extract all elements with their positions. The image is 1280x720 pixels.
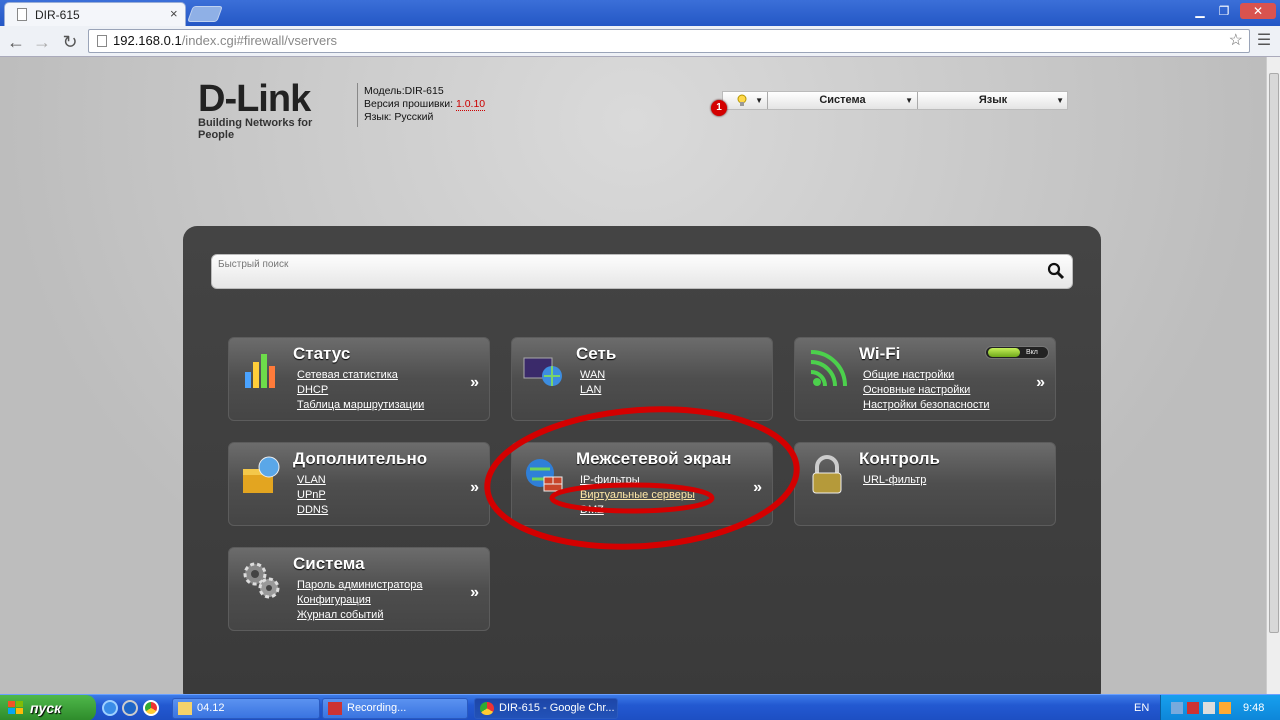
- system-menu[interactable]: Система ▼: [768, 92, 918, 109]
- card-title: Контроль: [859, 449, 940, 468]
- volume-tray-icon[interactable]: [1203, 702, 1215, 714]
- wrench-menu-icon[interactable]: ☰: [1254, 29, 1274, 53]
- red-annotation-circle: [484, 406, 800, 550]
- logo-separator: [357, 83, 358, 127]
- forward-arrow-icon[interactable]: →: [30, 30, 54, 54]
- link-basic-settings[interactable]: Основные настройки: [863, 383, 990, 398]
- bar-chart-icon: [245, 354, 275, 388]
- system-tray: 9:48: [1160, 695, 1280, 720]
- dlink-logo: D-Link Building Networks for People: [198, 78, 348, 141]
- link-routing-table[interactable]: Таблица маршрутизации: [297, 398, 424, 413]
- card-title: Система: [293, 554, 365, 573]
- language-menu[interactable]: Язык ▼: [918, 92, 1068, 109]
- card-system[interactable]: Система Пароль администратора Конфигурац…: [228, 547, 490, 631]
- folder-icon: [178, 702, 192, 715]
- card-go-arrow[interactable]: »: [470, 584, 479, 602]
- card-advanced[interactable]: Дополнительно VLAN UPnP DDNS »: [228, 442, 490, 526]
- toolbox-icon: [243, 456, 280, 493]
- notifications-dropdown[interactable]: ▼: [723, 92, 768, 109]
- firmware-version-link[interactable]: 1.0.10: [455, 98, 486, 111]
- task-chrome[interactable]: DIR-615 - Google Chr...: [474, 698, 618, 719]
- back-arrow-icon[interactable]: ←: [4, 30, 28, 54]
- link-lan[interactable]: LAN: [580, 383, 605, 398]
- chrome-icon: [480, 702, 494, 715]
- link-url-filter[interactable]: URL-фильтр: [863, 473, 926, 488]
- card-control[interactable]: Контроль URL-фильтр: [794, 442, 1056, 526]
- card-go-arrow[interactable]: »: [470, 479, 479, 497]
- browser-tab[interactable]: DIR-615 ×: [4, 2, 186, 26]
- desktop-icon[interactable]: [122, 700, 138, 716]
- gears-icon: [243, 562, 280, 599]
- search-placeholder: Быстрый поиск: [218, 259, 289, 270]
- close-window-button[interactable]: ✕: [1240, 3, 1276, 19]
- link-security-settings[interactable]: Настройки безопасности: [863, 398, 990, 413]
- task-folder[interactable]: 04.12: [172, 698, 320, 719]
- browser-titlebar: DIR-615 × ▁ ❐ ✕: [0, 0, 1280, 26]
- network-icon: [523, 357, 562, 386]
- network-tray-icon[interactable]: [1171, 702, 1183, 714]
- search-icon[interactable]: [1046, 261, 1066, 281]
- top-menu: ▼ Система ▼ Язык ▼: [722, 91, 1068, 110]
- wifi-toggle[interactable]: Вкл: [985, 346, 1049, 359]
- device-info: Модель:DIR-615 Версия прошивки: 1.0.10 Я…: [364, 85, 486, 124]
- logo-tagline: Building Networks for People: [198, 117, 313, 141]
- page-icon: [17, 8, 27, 21]
- chrome-icon[interactable]: [143, 700, 159, 716]
- lightbulb-icon: [737, 94, 747, 106]
- card-status[interactable]: Статус Сетевая статистика DHCP Таблица м…: [228, 337, 490, 421]
- card-go-arrow[interactable]: »: [1036, 374, 1045, 392]
- windows-taskbar: пуск 04.12 Recording... DIR-615 - Google…: [0, 694, 1280, 720]
- antivirus-tray-icon[interactable]: [1187, 702, 1199, 714]
- clock[interactable]: 9:48: [1243, 695, 1264, 720]
- link-upnp[interactable]: UPnP: [297, 488, 328, 503]
- recording-icon: [328, 702, 342, 715]
- card-title: Wi-Fi: [859, 344, 901, 363]
- minimize-button[interactable]: ▁: [1188, 3, 1212, 19]
- new-tab-button[interactable]: [187, 6, 223, 22]
- reload-icon[interactable]: ↻: [58, 30, 82, 54]
- link-admin-password[interactable]: Пароль администратора: [297, 578, 423, 593]
- link-wan[interactable]: WAN: [580, 368, 605, 383]
- firmware-label: Версия прошивки:: [364, 98, 454, 110]
- ie-icon[interactable]: [102, 700, 118, 716]
- wifi-icon: [810, 350, 847, 387]
- page-icon: [97, 35, 107, 47]
- link-general-settings[interactable]: Общие настройки: [863, 368, 990, 383]
- link-vlan[interactable]: VLAN: [297, 473, 328, 488]
- page-scrollbar[interactable]: [1266, 57, 1280, 694]
- maximize-button[interactable]: ❐: [1212, 3, 1236, 19]
- link-dhcp[interactable]: DHCP: [297, 383, 424, 398]
- windows-logo-icon: [8, 701, 23, 714]
- logo-text: D-Link: [198, 78, 311, 120]
- link-ddns[interactable]: DDNS: [297, 503, 328, 518]
- language-indicator[interactable]: EN: [1134, 695, 1149, 720]
- model-label: Модель:DIR-615: [364, 85, 444, 97]
- notification-badge[interactable]: 1: [711, 100, 727, 116]
- address-bar[interactable]: 192.168.0.1/index.cgi#firewall/vservers …: [88, 29, 1250, 53]
- card-title: Дополнительно: [293, 449, 428, 468]
- link-network-stats[interactable]: Сетевая статистика: [297, 368, 424, 383]
- url-text: 192.168.0.1/index.cgi#firewall/vservers: [113, 33, 338, 48]
- language-label: Язык: Русский: [364, 111, 434, 123]
- card-title: Сеть: [576, 344, 617, 363]
- card-go-arrow[interactable]: »: [470, 374, 479, 392]
- card-title: Статус: [293, 344, 351, 363]
- link-configuration[interactable]: Конфигурация: [297, 593, 423, 608]
- tab-title: DIR-615: [35, 8, 80, 22]
- start-button[interactable]: пуск: [0, 695, 96, 720]
- link-event-log[interactable]: Журнал событий: [297, 608, 423, 623]
- card-wifi[interactable]: Wi-Fi Вкл Общие настройки Основные настр…: [794, 337, 1056, 421]
- tab-close-icon[interactable]: ×: [170, 6, 178, 21]
- update-tray-icon[interactable]: [1219, 702, 1231, 714]
- browser-toolbar: ← → ↻ 192.168.0.1/index.cgi#firewall/vse…: [0, 26, 1280, 57]
- bookmark-star-icon[interactable]: ☆: [1229, 30, 1243, 52]
- quick-search-input[interactable]: Быстрый поиск: [211, 254, 1073, 289]
- task-recording[interactable]: Recording...: [322, 698, 468, 719]
